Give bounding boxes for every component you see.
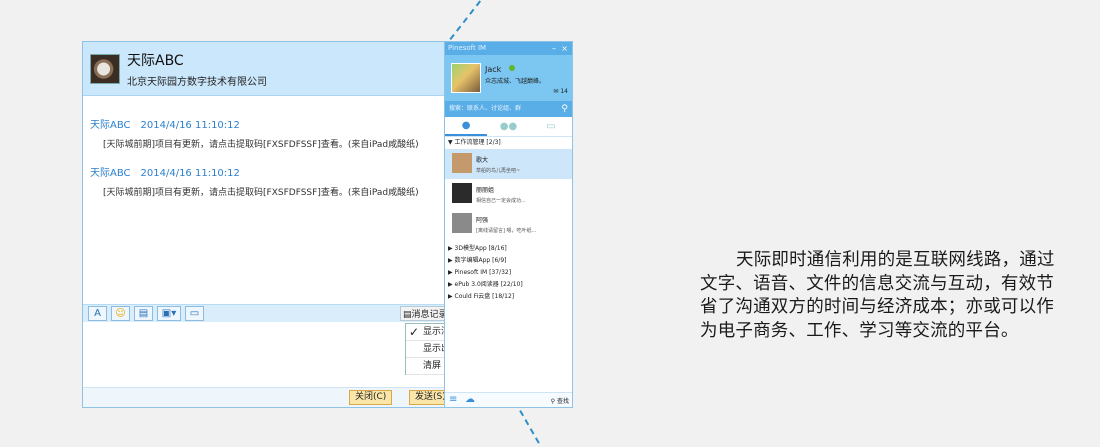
close-button[interactable]: 关闭(C) xyxy=(349,390,393,405)
stage: 天际ABC 北京天际园方数字技术有限公司 天际ABC 2014/4/16 11:1… xyxy=(0,0,1100,447)
message-text: [天际城前期]项目有更新，请点击提取码[FXSFDFSSF]查看。(来自iPad… xyxy=(103,188,419,198)
contact-signature: 草船的鸟儿再坐吧~ xyxy=(476,168,521,174)
message-item: 天际ABC 2014/4/16 11:10:12 [天际城前期]项目有更新，请点击… xyxy=(90,164,445,198)
contact-signature: [离线请留言] 嗯，吃叶纸... xyxy=(476,228,537,234)
im-title-bar: Pinesoft IM – × xyxy=(445,42,572,55)
message-text: [天际城前期]项目有更新，请点击提取码[FXSFDFSSF]查看。(来自iPad… xyxy=(103,140,419,150)
online-status-icon[interactable] xyxy=(509,65,515,71)
screenshot-icon[interactable]: ▤ xyxy=(134,306,153,321)
find-button[interactable]: ⚲ 查找 xyxy=(551,396,569,405)
mail-icon[interactable]: ✉ xyxy=(553,88,558,95)
tab-contacts-icon[interactable]: ● xyxy=(445,117,488,136)
contact-name: 阿强 xyxy=(476,217,489,224)
contact-item[interactable]: 丽丽姐 相信自己一定会成功... xyxy=(445,179,572,209)
check-icon: ✓ xyxy=(409,325,420,339)
message-list: 天际ABC 2014/4/16 11:10:12 [天际城前期]项目有更新，请点击… xyxy=(83,96,445,198)
folder-icon[interactable]: ▭ xyxy=(185,306,204,321)
message-sender: 天际ABC xyxy=(90,168,131,179)
image-icon[interactable]: ▣▾ xyxy=(157,306,181,321)
group-header[interactable]: ▶ ePub 3.0阅读器 [22/10] xyxy=(445,279,572,291)
font-icon[interactable]: A xyxy=(88,306,107,321)
im-footer: ≡ ☁ ⚲ 查找 xyxy=(445,392,572,407)
group-header[interactable]: ▼ 工作流管理 [2/3] xyxy=(445,137,572,149)
group-header[interactable]: ▶ Could Fi云盘 [18/12] xyxy=(445,291,572,303)
message-time: 2014/4/16 11:10:12 xyxy=(140,168,240,179)
emoji-icon[interactable]: ☺ xyxy=(111,306,130,321)
contact-name: 歌大 xyxy=(476,157,489,164)
menu-item-clear[interactable]: 清屏 xyxy=(406,358,446,375)
message-history-button[interactable]: ▤消息记录 xyxy=(400,306,445,321)
contact-organization: 北京天际园方数字技术有限公司 xyxy=(127,76,267,88)
tab-groups-icon[interactable]: ●● xyxy=(487,117,529,136)
search-icon[interactable]: ⚲ xyxy=(561,101,568,117)
im-title: Pinesoft IM xyxy=(448,44,487,52)
tab-recent-icon[interactable]: ▭ xyxy=(530,117,572,136)
group-header[interactable]: ▶ 3D模型App [8/16] xyxy=(445,243,572,255)
chat-window: 天际ABC 北京天际园方数字技术有限公司 天际ABC 2014/4/16 11:1… xyxy=(82,41,447,408)
im-tabs: ● ●● ▭ xyxy=(445,117,572,137)
message-time: 2014/4/16 11:10:12 xyxy=(140,120,240,131)
message-count: 14 xyxy=(560,88,568,95)
contact-signature: 相信自己一定会成功... xyxy=(476,198,526,204)
cloud-icon[interactable]: ☁ xyxy=(465,394,475,405)
minimize-icon[interactable]: – xyxy=(552,42,556,55)
message-item: 天际ABC 2014/4/16 11:10:12 [天际城前期]项目有更新，请点击… xyxy=(90,116,445,150)
im-panel: Pinesoft IM – × Jack 众志成城、飞越巅峰。 ✉ 14 搜索：… xyxy=(444,41,573,408)
contact-item[interactable]: 阿强 [离线请留言] 嗯，吃叶纸... xyxy=(445,209,572,239)
group-header[interactable]: ▶ 数字编辑App [6/9] xyxy=(445,255,572,267)
chat-header: 天际ABC 北京天际园方数字技术有限公司 xyxy=(83,42,445,96)
close-icon[interactable]: × xyxy=(561,42,568,55)
contact-name: 天际ABC xyxy=(127,52,184,69)
menu-icon[interactable]: ≡ xyxy=(449,394,457,405)
contact-item[interactable]: 歌大 草船的鸟儿再坐吧~ xyxy=(445,149,572,179)
chat-toolbar: A ☺ ▤ ▣▾ ▭ ▤消息记录 xyxy=(83,304,445,322)
contact-search-input[interactable]: 搜索：联系人、讨论组、群 ⚲ xyxy=(445,101,572,117)
message-sender: 天际ABC xyxy=(90,120,131,131)
contact-name: 丽丽姐 xyxy=(476,187,495,194)
im-profile: Jack 众志成城、飞越巅峰。 ✉ 14 xyxy=(445,55,572,101)
group-header[interactable]: ▶ Pinesoft IM [37/32] xyxy=(445,267,572,279)
menu-item-show-out[interactable]: 显示出 xyxy=(406,341,446,358)
user-signature[interactable]: 众志成城、飞越巅峰。 xyxy=(485,76,545,85)
user-name: Jack xyxy=(485,65,502,74)
contact-avatar xyxy=(452,183,472,203)
description-text: 天际即时通信利用的是互联网线路，通过文字、语音、文件的信息交流与互动，有效节省了… xyxy=(700,250,1055,341)
user-avatar[interactable] xyxy=(451,63,481,93)
send-button[interactable]: 发送(S) xyxy=(409,390,445,405)
contact-avatar xyxy=(452,213,472,233)
contact-avatar[interactable] xyxy=(90,53,120,84)
chat-footer: 关闭(C) 发送(S) xyxy=(83,387,445,407)
menu-item-show-messages[interactable]: ✓显示消 xyxy=(406,324,446,341)
contact-avatar xyxy=(452,153,472,173)
history-menu: ✓显示消 显示出 清屏 xyxy=(405,323,447,375)
